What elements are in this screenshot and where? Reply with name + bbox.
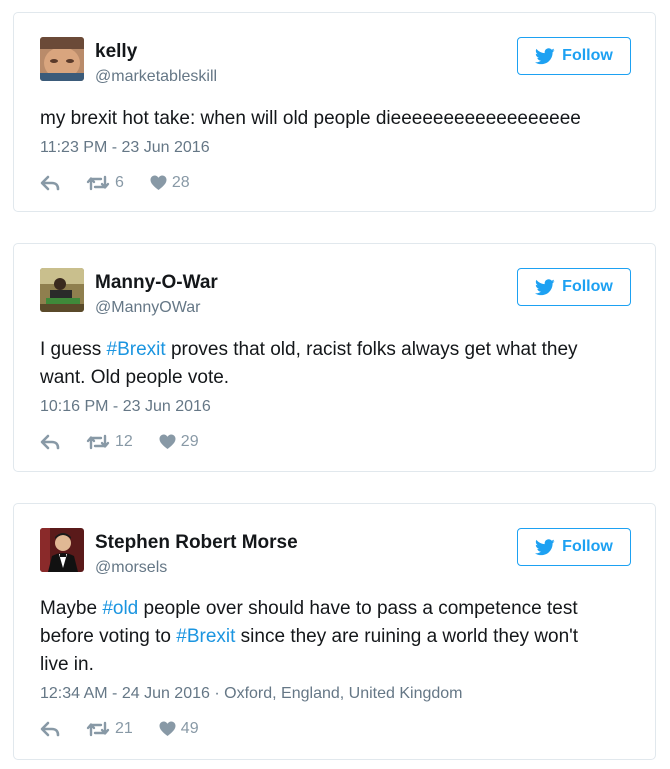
avatar[interactable] [40, 268, 84, 312]
heart-icon [159, 434, 176, 450]
text-segment: Maybe [40, 598, 103, 619]
tweet-location[interactable]: Oxford, England, United Kingdom [224, 685, 462, 702]
like-count: 29 [180, 433, 199, 450]
tweet-actions: 21 49 [40, 718, 199, 740]
tweet-actions: 6 28 [40, 172, 190, 194]
twitter-bird-icon [535, 538, 555, 556]
like-button[interactable]: 49 [159, 720, 199, 738]
tweet-timestamp[interactable]: 11:23 PM - 23 Jun 2016 [40, 139, 210, 157]
reply-button[interactable] [40, 175, 60, 191]
user-handle[interactable]: @MannyOWar [95, 299, 200, 317]
display-name[interactable]: kelly [95, 41, 137, 63]
twitter-bird-icon [535, 47, 555, 65]
tweet-timestamp[interactable]: 12:34 AM - 24 Jun 2016 [40, 685, 210, 702]
like-count: 49 [180, 720, 199, 737]
reply-button[interactable] [40, 721, 60, 737]
follow-button[interactable]: Follow [517, 37, 631, 75]
reply-icon [40, 175, 60, 191]
reply-icon [40, 434, 60, 450]
retweet-count: 12 [115, 433, 133, 450]
heart-icon [159, 721, 176, 737]
retweet-icon [86, 721, 110, 737]
tweet-meta: 12:34 AM - 24 Jun 2016 · Oxford, England… [40, 685, 463, 703]
follow-label: Follow [562, 278, 613, 295]
tweet-card: Stephen Robert Morse @morsels Follow May… [13, 503, 656, 760]
follow-button[interactable]: Follow [517, 528, 631, 566]
retweet-count: 6 [115, 174, 124, 191]
twitter-bird-icon [535, 278, 555, 296]
tweet-card: Manny-O-War @MannyOWar Follow I guess #B… [13, 243, 656, 472]
retweet-button[interactable]: 6 [86, 174, 124, 192]
retweet-icon [86, 434, 110, 450]
tweet-text: Maybe #old people over should have to pa… [40, 595, 610, 679]
follow-label: Follow [562, 538, 613, 555]
like-button[interactable]: 29 [159, 433, 199, 451]
reply-button[interactable] [40, 434, 60, 450]
like-count: 28 [171, 174, 190, 191]
meta-separator: · [214, 685, 225, 702]
user-handle[interactable]: @morsels [95, 559, 167, 577]
follow-label: Follow [562, 47, 613, 64]
hashtag-link[interactable]: #old [102, 598, 138, 619]
retweet-button[interactable]: 21 [86, 720, 133, 738]
tweet-text: my brexit hot take: when will old people… [40, 108, 581, 129]
like-button[interactable]: 28 [150, 174, 190, 192]
tweet-actions: 12 29 [40, 431, 199, 453]
hashtag-link[interactable]: #Brexit [176, 626, 235, 647]
display-name[interactable]: Manny-O-War [95, 272, 218, 294]
text-segment: I guess [40, 339, 107, 360]
hashtag-link[interactable]: #Brexit [107, 339, 166, 360]
heart-icon [150, 175, 167, 191]
reply-icon [40, 721, 60, 737]
avatar[interactable] [40, 528, 84, 572]
tweet-timestamp[interactable]: 10:16 PM - 23 Jun 2016 [40, 398, 211, 416]
tweet-card: kelly @marketableskill Follow my brexit … [13, 12, 656, 212]
display-name[interactable]: Stephen Robert Morse [95, 532, 298, 554]
retweet-button[interactable]: 12 [86, 433, 133, 451]
tweet-text: I guess #Brexit proves that old, racist … [40, 336, 620, 392]
user-handle[interactable]: @marketableskill [95, 68, 217, 86]
retweet-icon [86, 175, 110, 191]
avatar[interactable] [40, 37, 84, 81]
follow-button[interactable]: Follow [517, 268, 631, 306]
retweet-count: 21 [115, 720, 133, 737]
